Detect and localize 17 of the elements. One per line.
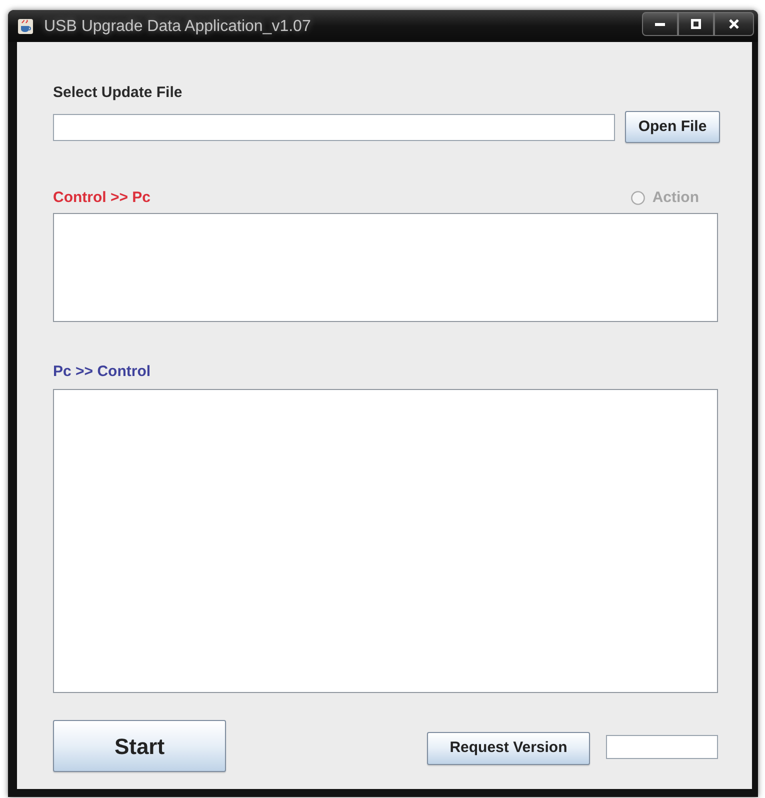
- section-label: Pc >> Control: [53, 363, 151, 381]
- maximize-icon: [691, 19, 701, 29]
- version-field[interactable]: [606, 735, 718, 759]
- output-text-area[interactable]: [53, 213, 718, 322]
- file-path-field[interactable]: [53, 114, 615, 140]
- request-version-button[interactable]: Request Version: [427, 732, 590, 764]
- close-icon: [729, 19, 739, 29]
- close-button[interactable]: [714, 12, 754, 36]
- field-label: Select Update File: [53, 84, 182, 102]
- start-button[interactable]: Start: [53, 720, 226, 772]
- section-label: Control >> Pc: [53, 189, 151, 207]
- window-title: USB Upgrade Data Application_v1.07: [44, 16, 311, 36]
- minimize-button[interactable]: [642, 12, 678, 36]
- minimize-icon: [655, 22, 665, 26]
- cup-icon: [18, 18, 33, 34]
- open-file-button[interactable]: Open File: [625, 111, 720, 143]
- maximize-button[interactable]: [678, 12, 714, 36]
